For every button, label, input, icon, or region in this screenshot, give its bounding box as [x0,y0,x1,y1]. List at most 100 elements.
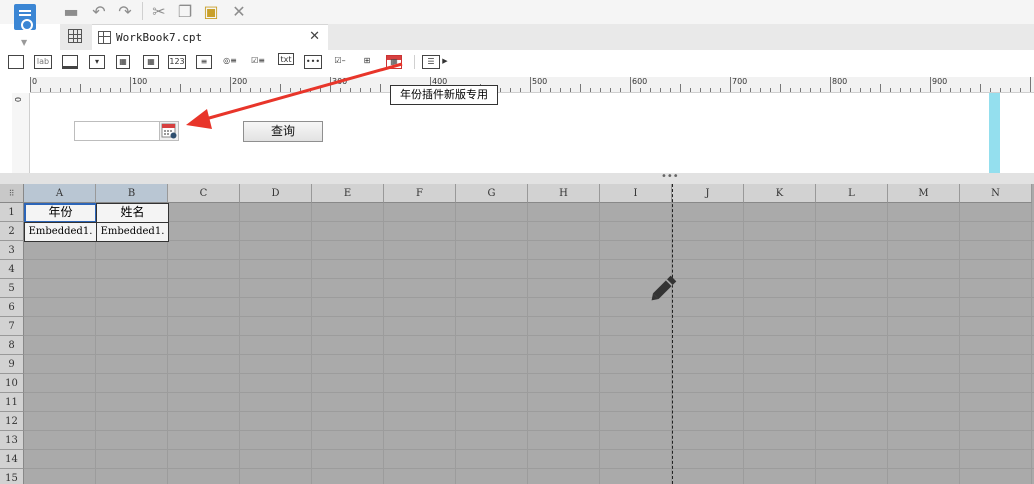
sheet-icon [98,31,111,44]
ruler-tick [710,88,711,92]
row-header-4[interactable]: 4 [0,260,24,279]
ruler-tick [700,88,701,92]
select-all-corner[interactable]: ⠿ [0,184,24,203]
ruler-tick [830,77,831,92]
ruler-tick [570,88,571,92]
combobox-widget-icon[interactable]: ▾ [89,55,105,69]
cut-icon[interactable]: ✂ [148,1,170,21]
ruler-tick [690,88,691,92]
grid-line [743,203,744,484]
column-header-L[interactable]: L [816,184,888,203]
ruler-tick [670,88,671,92]
column-header-H[interactable]: H [528,184,600,203]
column-header-F[interactable]: F [384,184,456,203]
ruler-label: 800 [832,77,848,86]
ruler-tick [750,88,751,92]
calendar-icon [161,123,177,139]
grid-line [24,430,1034,431]
ruler-tick [820,88,821,92]
ruler-tick [130,77,131,92]
ruler-tick [1030,77,1031,92]
row-header-12[interactable]: 12 [0,412,24,431]
delete-icon[interactable]: ✕ [228,1,250,21]
column-header-D[interactable]: D [240,184,312,203]
ruler-tick [610,88,611,92]
date-widget-icon[interactable]: ▦ [116,55,130,69]
pane-splitter[interactable]: ••• [0,171,1034,184]
column-header-J[interactable]: J [672,184,744,203]
expand-arrow-icon[interactable]: ▶ [442,55,448,69]
ruler-tick [880,84,881,92]
copy-icon[interactable]: ❐ [174,1,196,21]
calendar-button[interactable] [159,121,179,141]
textbox-widget-icon[interactable] [8,55,24,69]
column-header-M[interactable]: M [888,184,960,203]
column-header-C[interactable]: C [168,184,240,203]
form-boundary-bar[interactable] [989,93,1000,173]
grid-line [383,203,384,484]
vruler-mark: 0 [13,96,23,103]
cell-A1[interactable]: 年份 [24,203,97,223]
more-widgets-icon[interactable]: ☰ [422,55,440,69]
column-header-E[interactable]: E [312,184,384,203]
grid-line [959,203,960,484]
column-header-N[interactable]: N [960,184,1032,203]
row-header-3[interactable]: 3 [0,241,24,260]
column-header-I[interactable]: I [600,184,672,203]
redo-icon[interactable]: ↷ [114,1,136,21]
ruler-tick [940,88,941,92]
row-header-5[interactable]: 5 [0,279,24,298]
ruler-tick [660,88,661,92]
ruler-tick [980,84,981,92]
row-header-7[interactable]: 7 [0,317,24,336]
grid-line [239,203,240,484]
ruler-tick [100,88,101,92]
ruler-tick [720,88,721,92]
grid-line [24,354,1034,355]
row-header-14[interactable]: 14 [0,450,24,469]
year-input[interactable] [74,121,160,141]
grid-line [24,335,1034,336]
paste-icon[interactable]: ▣ [200,1,222,21]
column-header-K[interactable]: K [744,184,816,203]
cell-B1[interactable]: 姓名 [96,203,169,223]
grid-line [24,392,1034,393]
row-header-10[interactable]: 10 [0,374,24,393]
column-header-A[interactable]: A [24,184,96,203]
save-icon[interactable]: ▬ [60,1,82,21]
cell-B2[interactable]: Embedded1. [96,222,169,242]
grid-line [1031,203,1032,484]
row-header-8[interactable]: 8 [0,336,24,355]
ruler-tick [520,88,521,92]
grid-layout-icon[interactable] [68,29,82,43]
close-tab-icon[interactable]: ✕ [309,29,320,44]
ruler-tick [620,88,621,92]
row-header-1[interactable]: 1 [0,203,24,222]
row-header-11[interactable]: 11 [0,393,24,412]
ruler-tick [790,88,791,92]
tab-workbook7[interactable]: WorkBook7.cpt ✕ [92,24,328,50]
textarea-widget-icon[interactable] [62,55,78,69]
column-header-B[interactable]: B [96,184,168,203]
cell-A2[interactable]: Embedded1. [24,222,97,242]
column-header-G[interactable]: G [456,184,528,203]
ruler-label: 900 [932,77,948,86]
calendar-widget-icon[interactable]: ▦ [143,55,159,69]
row-header-2[interactable]: 2 [0,222,24,241]
undo-icon[interactable]: ↶ [88,1,110,21]
ruler-tick [600,88,601,92]
ruler-tick [170,88,171,92]
ruler-tick [590,88,591,92]
ruler-tick [760,88,761,92]
label-widget-icon[interactable]: lab [34,55,52,69]
row-header-9[interactable]: 9 [0,355,24,374]
ruler-tick [50,88,51,92]
app-logo-menu[interactable]: ▼ [12,4,38,47]
ruler-tick [850,88,851,92]
ruler-tick [950,88,951,92]
row-header-13[interactable]: 13 [0,431,24,450]
spreadsheet-grid[interactable]: ⠿ A B C D E F G H I J K L M N 1 2 3 4 5 6 7 8 9 10 11 12 13 14 15 年份姓… [0,184,1034,484]
grid-line [24,468,1034,469]
row-header-15[interactable]: 15 [0,469,24,484]
row-header-6[interactable]: 6 [0,298,24,317]
